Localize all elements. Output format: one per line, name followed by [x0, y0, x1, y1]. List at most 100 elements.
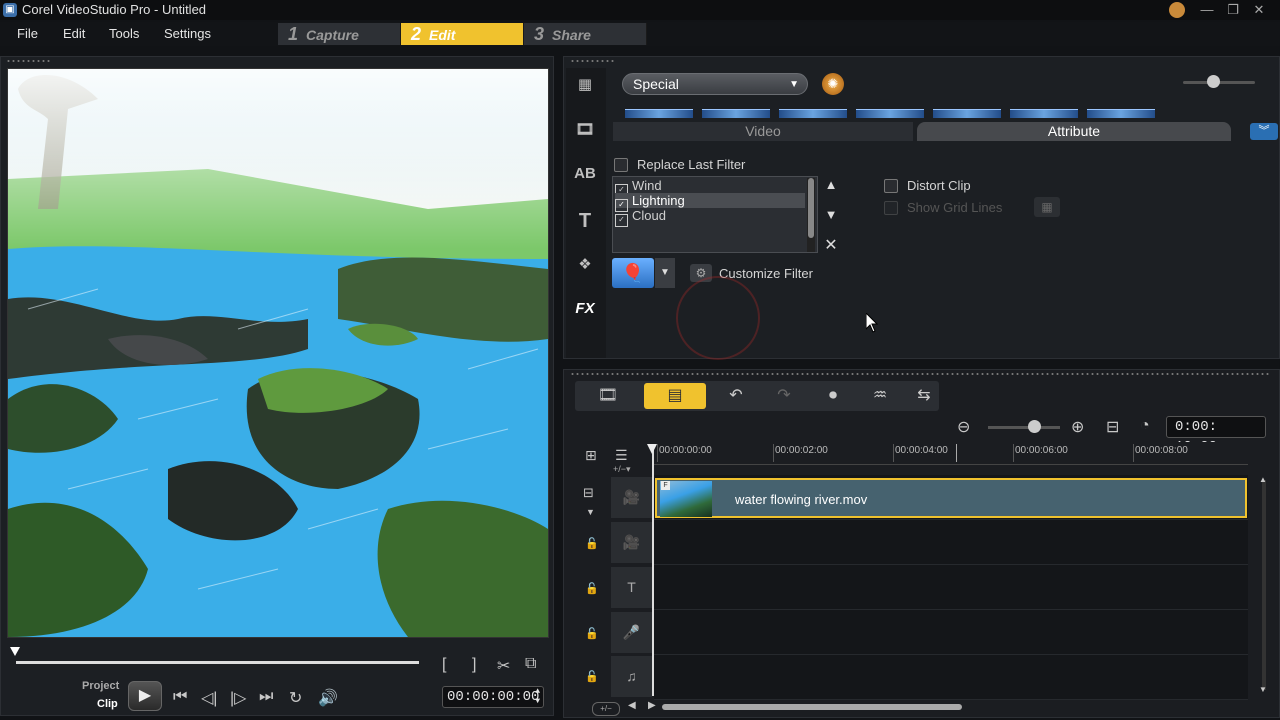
menu-tools[interactable]: Tools: [109, 26, 139, 41]
zoom-slider[interactable]: [988, 426, 1060, 429]
volume-icon[interactable]: 🔊: [318, 688, 338, 708]
filter-thumbnail[interactable]: [1010, 109, 1078, 118]
media-library-icon[interactable]: ▦: [571, 75, 599, 97]
clip-mode-label[interactable]: Clip: [97, 698, 118, 710]
music-track-lane[interactable]: [654, 655, 1248, 700]
chapter-cue-icon[interactable]: ☰: [615, 447, 628, 464]
close-icon[interactable]: ✕: [1248, 1, 1270, 19]
filter-thumbnail[interactable]: [1087, 109, 1155, 118]
filter-category-dropdown[interactable]: Special ▼: [622, 73, 808, 95]
go-to-start-icon[interactable]: ⏮: [173, 688, 187, 706]
lock-icon[interactable]: 🔓: [585, 582, 599, 595]
mark-out-icon[interactable]: ]: [472, 656, 476, 674]
project-mode-label[interactable]: Project: [82, 680, 119, 692]
panel-grip[interactable]: [6, 59, 50, 63]
menu-file[interactable]: File: [17, 26, 38, 41]
replace-last-filter-checkbox[interactable]: [614, 158, 628, 172]
next-frame-icon[interactable]: |▷: [230, 688, 246, 708]
step-capture-tab[interactable]: 1 Capture: [278, 23, 401, 45]
playhead-line[interactable]: [652, 444, 654, 696]
lock-icon[interactable]: 🔓: [585, 670, 599, 683]
voice-track-lane[interactable]: [654, 610, 1248, 655]
list-item[interactable]: ✓ Lightning: [615, 193, 805, 212]
step-share-tab[interactable]: 3 Share: [524, 23, 647, 45]
menu-edit[interactable]: Edit: [63, 26, 85, 41]
track-manager-icon[interactable]: ⊞: [585, 447, 597, 464]
filter-list-scrollbar-thumb[interactable]: [808, 178, 814, 238]
playhead-handle[interactable]: [647, 444, 657, 454]
repeat-icon[interactable]: ↻: [289, 688, 302, 708]
scroll-left-icon[interactable]: ◀: [628, 700, 636, 711]
panel-grip[interactable]: [570, 59, 614, 63]
title-track-header[interactable]: T: [611, 567, 652, 609]
previous-frame-icon[interactable]: ◁|: [201, 688, 217, 708]
filter-thumbnail[interactable]: [856, 109, 924, 118]
tab-video[interactable]: Video: [613, 122, 913, 141]
minimize-icon[interactable]: —: [1196, 1, 1218, 19]
lock-icon[interactable]: 🔓: [585, 627, 599, 640]
timecode-field[interactable]: 00:00:00:00 ▲ ▼: [442, 686, 544, 708]
lock-icon[interactable]: 🔓: [585, 537, 599, 550]
scroll-up-icon[interactable]: ▲: [1259, 475, 1267, 484]
timeline-horizontal-scrollbar[interactable]: [662, 704, 962, 710]
timeline-ruler[interactable]: 00:00:00:00 00:00:02:00 00:00:04:00 00:0…: [653, 442, 1248, 465]
ripple-editing-icon[interactable]: ⊟: [583, 485, 594, 501]
mark-in-icon[interactable]: [: [442, 656, 446, 674]
chevron-down-icon[interactable]: ▼: [586, 507, 595, 517]
filter-thumbnail[interactable]: [779, 109, 847, 118]
play-button[interactable]: ▶: [128, 681, 162, 711]
tab-attribute[interactable]: Attribute: [917, 122, 1231, 141]
enlarge-preview-icon[interactable]: ⧉: [525, 655, 536, 673]
list-item[interactable]: ✓ Cloud: [615, 208, 805, 227]
panel-grip[interactable]: [570, 372, 1270, 376]
grid-settings-icon[interactable]: ▦: [1034, 197, 1060, 217]
zoom-to-fit-button[interactable]: +/−: [592, 702, 620, 716]
transition-icon[interactable]: AB: [571, 165, 599, 187]
split-clip-icon[interactable]: ✂: [497, 656, 510, 676]
instant-project-icon[interactable]: 🎞: [571, 120, 599, 142]
get-more-content-icon[interactable]: ✺: [822, 73, 844, 95]
move-filter-up-icon[interactable]: ▲: [823, 177, 839, 192]
scrub-handle[interactable]: [10, 647, 20, 656]
step-edit-tab[interactable]: 2 Edit: [401, 23, 524, 45]
help-icon[interactable]: [1166, 1, 1188, 19]
music-track-header[interactable]: ♫: [611, 656, 652, 698]
zoom-slider-thumb[interactable]: [1028, 420, 1041, 433]
chevron-down-icon[interactable]: ▼: [655, 258, 675, 288]
filter-thumbnail[interactable]: [933, 109, 1001, 118]
collapse-options-icon[interactable]: ︾: [1250, 123, 1278, 140]
title-track-lane[interactable]: [654, 565, 1248, 610]
scroll-right-icon[interactable]: ▶: [648, 700, 656, 711]
add-remove-chapter-icon[interactable]: +/−▾: [613, 464, 631, 475]
show-grid-lines-checkbox[interactable]: [884, 201, 898, 215]
remove-filter-icon[interactable]: ✕: [823, 235, 839, 255]
fit-project-icon[interactable]: ⊟: [1106, 417, 1119, 437]
thumbnail-size-slider-thumb[interactable]: [1207, 75, 1220, 88]
title-icon[interactable]: T: [571, 210, 599, 232]
list-item[interactable]: ✓ Wind: [615, 178, 805, 197]
filter-preset-button[interactable]: 🎈: [612, 258, 654, 288]
filter-thumbnail[interactable]: [625, 109, 693, 118]
filter-fx-icon[interactable]: FX: [571, 300, 599, 322]
filter-thumbnail[interactable]: [702, 109, 770, 118]
move-filter-down-icon[interactable]: ▼: [823, 207, 839, 222]
video-track-header[interactable]: 🎥: [611, 477, 652, 519]
zoom-out-icon[interactable]: ⊖: [957, 417, 970, 437]
project-duration-field[interactable]: 0:00: 10:00: [1166, 416, 1266, 455]
voice-track-header[interactable]: 🎤: [611, 612, 652, 654]
restore-icon[interactable]: ❐: [1222, 1, 1244, 19]
zoom-in-icon[interactable]: ⊕: [1071, 417, 1084, 437]
auto-music-button[interactable]: ⇆: [894, 383, 954, 409]
overlay-track-lane[interactable]: [654, 520, 1248, 565]
overlay-track-header[interactable]: 🎥: [611, 522, 652, 564]
menu-settings[interactable]: Settings: [164, 26, 211, 41]
graphic-icon[interactable]: ❖: [571, 255, 599, 277]
scroll-down-icon[interactable]: ▼: [1259, 685, 1267, 694]
timeline-vertical-scrollbar[interactable]: [1262, 480, 1266, 690]
storyboard-view-button[interactable]: 🎞: [577, 383, 639, 409]
timeline-view-button[interactable]: ▤: [644, 383, 706, 409]
scrub-bar[interactable]: [16, 661, 419, 664]
timecode-stepper-icon[interactable]: ▲ ▼: [535, 687, 540, 707]
distort-clip-checkbox[interactable]: [884, 179, 898, 193]
go-to-end-icon[interactable]: ⏭: [259, 688, 273, 706]
